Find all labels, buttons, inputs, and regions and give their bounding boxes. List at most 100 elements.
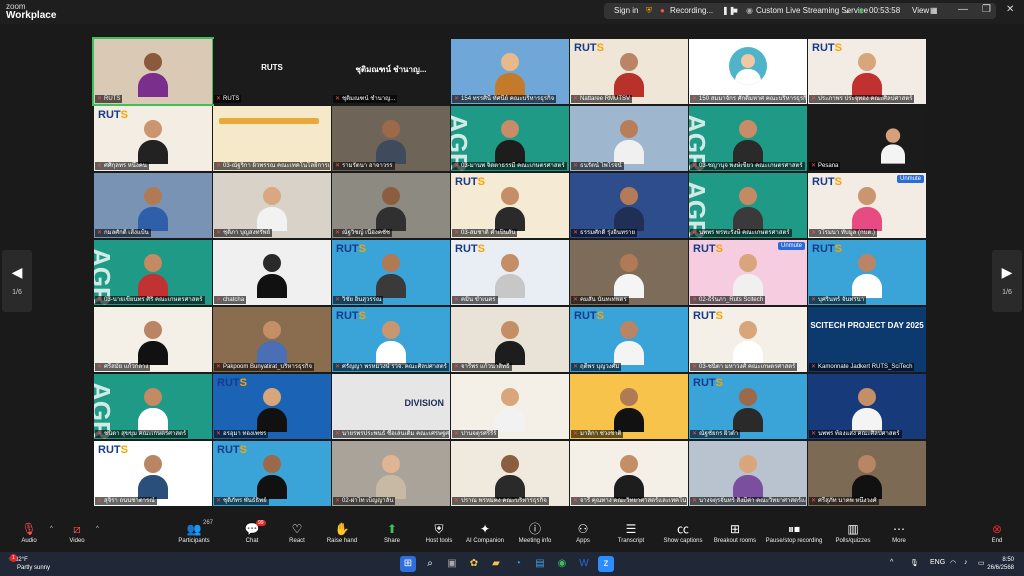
video-tile[interactable]: ✕ ธรรมศักดิ์ รุ่งอินทราย [570, 173, 688, 238]
sign-in-button[interactable]: Sign in [614, 4, 638, 18]
video-tile[interactable]: ✕ RUTS [92, 37, 214, 106]
video-tile[interactable]: ✕ ศรีสุภัท นาคพ หนึ่งวงศ์ [808, 441, 926, 506]
video-tile[interactable]: ✕03-ณัฐริกา ผิวพรรณ คณะเทคโนโลยีการเกษตร [213, 106, 331, 171]
copilot-icon[interactable]: ✿ [466, 556, 482, 572]
pause-stop-recording-button[interactable]: ⏸⏹ Pause/stop recording [758, 520, 830, 544]
video-tile[interactable]: ✕ ปราณ พรหมคง คณะบริหารธุรกิจ [451, 441, 569, 506]
video-tile[interactable]: ชุติมณฑน์ ชำนาญ... ✕ ชุติมณฑน์ ชำนาญ... [332, 39, 450, 104]
video-tile[interactable]: ✕ ศรีสมัย แก้วกลาง [94, 307, 212, 372]
video-tile[interactable]: ✕ มาลิกา ช่วงชาติ [570, 374, 688, 439]
video-tile[interactable]: RUTS ✕ Nattaree RMUTSV [570, 39, 688, 104]
video-tile[interactable]: DIVISION ✕ นายรพรประพนธ์ ชื่อเล่นเดิม คณะเ… [332, 374, 450, 439]
video-tile[interactable]: ✕ chatcha [213, 240, 331, 305]
restore-icon[interactable]: ❐ [982, 4, 991, 15]
video-tile[interactable]: RUTS ✕ 03-สมชาติ คำเป็นสัน [451, 173, 569, 238]
video-tile[interactable]: RUTS Unmute ✕ 02-ธีร์นภา_Ruts Scitech [689, 240, 807, 305]
chrome-icon[interactable]: ◉ [554, 556, 570, 572]
weather-widget[interactable]: ☀ 1 82°F Partly sunny [8, 554, 50, 572]
video-tile[interactable]: RUTS ✕ RUTS [213, 39, 331, 104]
video-button[interactable]: ⧄ Video [50, 520, 104, 544]
video-tile[interactable]: AGR ✕ 03-นายเขียนทร ศิริ คณะเกษตรศาสตร์ [94, 240, 212, 305]
wifi-icon[interactable]: ◠ [950, 559, 956, 567]
file-explorer-icon[interactable]: ▰ [488, 556, 504, 572]
video-tile[interactable]: ✕ ธนรัตน์ ไพโรจน์ [570, 106, 688, 171]
recording-status[interactable]: Recording... [670, 4, 713, 18]
edge-icon[interactable]: ◔ [510, 556, 526, 572]
mic-muted-icon: ✕ [573, 230, 579, 236]
video-tile[interactable]: RUTS ✕ สุจิรา ถนนชาตารณ์ [94, 441, 212, 506]
video-tile[interactable]: RUTS ✕ ณัฐชัยกร ผิวดำ [689, 374, 807, 439]
battery-icon[interactable]: ▭ [978, 559, 985, 567]
apps-button[interactable]: ⚇ Apps [556, 520, 610, 544]
word-icon[interactable]: W [576, 556, 592, 572]
video-tile[interactable]: AGR ✕ 03-ชญานุจ พงษ์เขียว คณะเกษตรศาสตร์ [689, 106, 807, 171]
video-tile[interactable]: ✕ 154 ทรรศินี ทัศนีย์ คณะบริหารธุรกิจ [451, 39, 569, 104]
show-captions-button[interactable]: ㏄ Show captions [656, 520, 710, 544]
system-clock[interactable]: 8:50 26/6/2568 [987, 556, 1014, 572]
search-icon[interactable]: ⌕ [422, 556, 438, 572]
share-button[interactable]: ⬆ Share [365, 520, 419, 544]
microphone-icon[interactable]: 🎙 [910, 559, 919, 567]
video-tile[interactable]: RUTS ✕ ชุติภัทร พันธ์ธิพย์ [213, 441, 331, 506]
video-tile[interactable]: ✕ รามรัตนา อาจาวรร [332, 106, 450, 171]
video-tile[interactable]: RUTS Unmute ✕ วโรมนา ทับมูล (กบต.) [808, 173, 926, 238]
video-tile[interactable]: RUTS ✕ ประภาพร ประจุทอง คณะศิลปศาสตร์ [808, 39, 926, 104]
start-icon[interactable]: ⊞ [400, 556, 416, 572]
ai-companion-button[interactable]: ✦ AI Companion [458, 520, 512, 544]
language-indicator[interactable]: ENG [930, 559, 945, 566]
unmute-button[interactable]: Unmute [777, 242, 805, 250]
video-tile[interactable]: RUTS ✕ ศรัญญา พรหมวงษ์ รวจ. คณะศิลปศาสตร์ [332, 307, 450, 372]
volume-icon[interactable]: ♪ [964, 559, 968, 566]
previous-page-button[interactable]: ◀ 1/6 [2, 250, 32, 312]
video-tile[interactable]: ✕ ปานจตุรศรีรีร์ [451, 374, 569, 439]
video-tile[interactable]: RUTS ✕ วิชัย อินสุวรรณ [332, 240, 450, 305]
video-tile[interactable]: ✕ 150 สมมาจักร ศักดิ์มหาศ คณะบริหารธุรกิจ [689, 39, 807, 104]
unmute-button[interactable]: Unmute [896, 175, 924, 183]
raise-hand-button[interactable]: ✋ Raise hand [315, 520, 369, 544]
next-page-button[interactable]: ▶ 1/6 [992, 250, 1022, 312]
end-button[interactable]: ⊗ End [970, 520, 1024, 544]
video-tile[interactable]: SCITECH PROJECT DAY 2025 ✕ Kamonnate Jadke… [808, 307, 926, 372]
participants-count: 267 [203, 520, 214, 526]
video-tile[interactable]: RUTS ✕ อรอุมา ทองเพชร [213, 374, 331, 439]
video-tile[interactable]: AGR ✕ ชนิดา สุขขุม คณะเกษตรศาสตร์ [94, 374, 212, 439]
video-tile[interactable]: ✕ 02-ผ่าไท เบ็ญญาลัน [332, 441, 450, 506]
video-tile[interactable]: AGR ✕ นพพร พรทะรังษี คณะเกษตรศาสตร์ [689, 173, 807, 238]
close-icon[interactable]: ✕ [1006, 4, 1014, 15]
streaming-status[interactable]: Custom Live Streaming Service [756, 4, 868, 18]
video-tile[interactable]: ✕ นางจตุรจันทร์ สิ่งมีค่า คณะวิทยาศาสตร์แ… [689, 441, 807, 506]
video-tile[interactable]: ✕ จารี คุณทาง คณะวิทยาศาสตร์และเทคโนโลยี [570, 441, 688, 506]
video-tile[interactable]: RUTS ✕ ศศิกุลทร หนึ่งคน [94, 106, 212, 171]
audio-button[interactable]: 🎙 Audio [2, 520, 56, 544]
chevron-down-icon[interactable]: ⌄ [844, 4, 851, 18]
transcript-button[interactable]: ☰ Transcript [604, 520, 658, 544]
video-tile[interactable]: RUTS ✕ ฤดีพร บุญวงศ์ม [570, 307, 688, 372]
meeting-info-button[interactable]: ⓘ Meeting info [508, 520, 562, 544]
video-tile[interactable]: ✕ คมสัน นันทเทพตร [570, 240, 688, 305]
video-tile[interactable]: AGR ✕ 03-มานพ จิตตาธรรมี คณะเกษตรศาสตร์ [451, 106, 569, 171]
more-button[interactable]: ⋯ More [872, 520, 926, 544]
task-view-icon[interactable]: ▣ [444, 556, 460, 572]
participant-name: Kamonnate Jadkert RUTS_SciTech [818, 364, 913, 370]
video-chevron-icon[interactable]: ^ [96, 526, 99, 532]
breakout-rooms-button[interactable]: ⊞ Breakout rooms [708, 520, 762, 544]
store-icon[interactable]: ▤ [532, 556, 548, 572]
chevron-up-icon[interactable]: ^ [890, 559, 893, 566]
video-tile[interactable]: RUTS ✕ คมิน ขำเนตร [451, 240, 569, 305]
minimize-icon[interactable]: — [958, 4, 968, 15]
zoom-app-icon[interactable]: z [598, 556, 614, 572]
stop-recording-icon[interactable]: ■ [733, 4, 738, 18]
video-tile[interactable]: ✕ ชุติภา บุญสงทรัพย์ [213, 173, 331, 238]
video-tile[interactable]: RUTS ✕ 03-ชนิดา มหาวงศ์ คณะเกษตรศาสตร์ [689, 307, 807, 372]
video-tile[interactable]: ✕ จารีพร แก้วนาสิทธิ์ [451, 307, 569, 372]
grid-view-icon[interactable]: ▦ [930, 4, 938, 18]
video-tile[interactable]: ✕ Pesana [808, 106, 926, 171]
shield-icon[interactable]: ⛨ [646, 4, 652, 18]
video-tile[interactable]: ✕ ณัฐวิชญ์ เนื่องคชัช [332, 173, 450, 238]
video-tile[interactable]: ✕ กมลศักดิ์ เส้งแป้น [94, 173, 212, 238]
video-tile[interactable]: ✕ นพพร ท้องแสง คณะศิลปศาสตร์ [808, 374, 926, 439]
video-tile[interactable]: RUTS ✕ บุศรินทร์ จันทรนา [808, 240, 926, 305]
video-tile[interactable]: ✕ Pakpoom Bunyatirat_บริหารธุรกิจ [213, 307, 331, 372]
participant-video [614, 388, 644, 432]
view-button[interactable]: View [912, 4, 929, 18]
